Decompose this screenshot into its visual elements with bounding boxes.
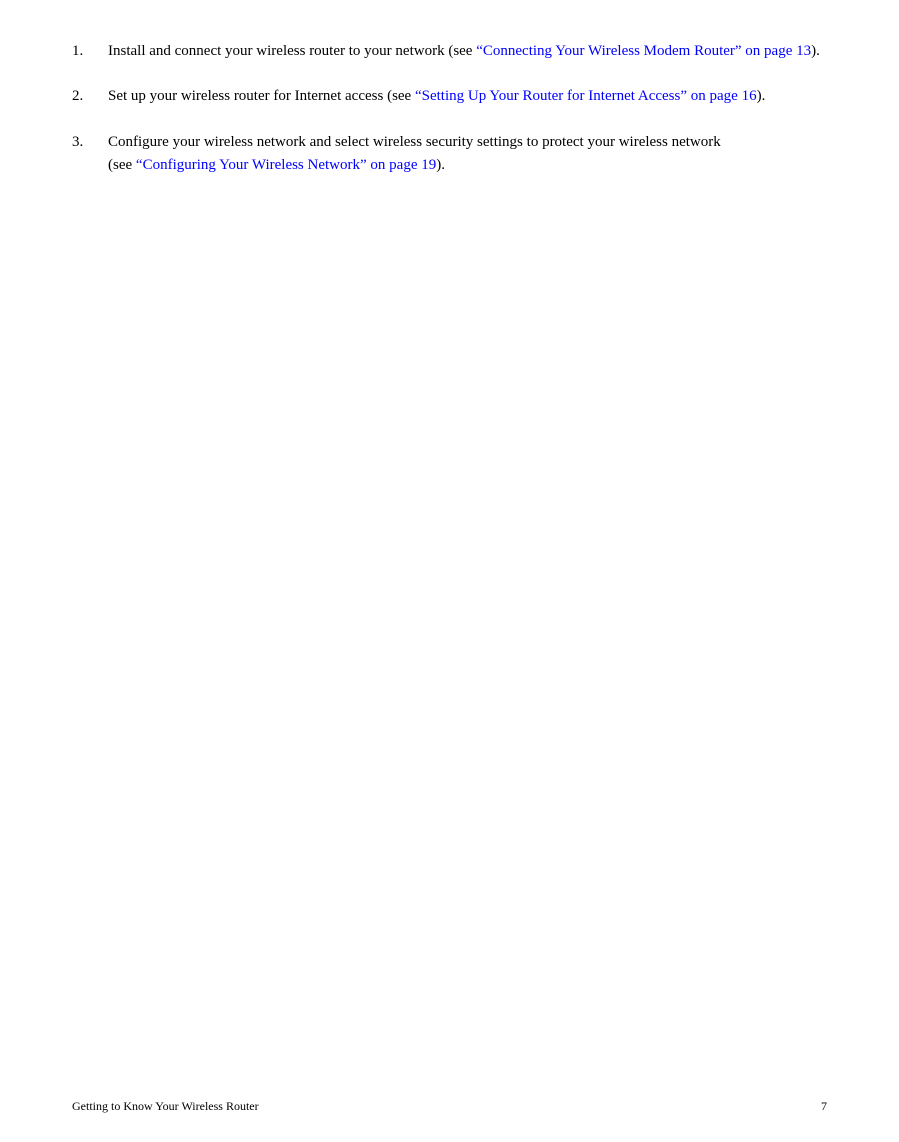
item-text-2: Set up your wireless router for Internet… xyxy=(108,85,827,108)
item-text-after-2: ). xyxy=(757,88,766,104)
item-text-after-1: ). xyxy=(811,43,820,59)
page-content: 1. Install and connect your wireless rou… xyxy=(0,0,899,259)
item-number-1: 1. xyxy=(72,40,108,63)
item-number-3: 3. xyxy=(72,131,108,178)
link-2[interactable]: “Setting Up Your Router for Internet Acc… xyxy=(415,88,757,104)
item-number-2: 2. xyxy=(72,85,108,108)
footer-page-number: 7 xyxy=(821,1099,827,1114)
item-text-1: Install and connect your wireless router… xyxy=(108,40,827,63)
list-item: 3. Configure your wireless network and s… xyxy=(72,131,827,178)
footer-title: Getting to Know Your Wireless Router xyxy=(72,1099,259,1114)
item-text-after-3: ). xyxy=(436,157,445,173)
link-3[interactable]: “Configuring Your Wireless Network” on p… xyxy=(136,157,436,173)
item-text-3: Configure your wireless network and sele… xyxy=(108,131,827,178)
list-item: 2. Set up your wireless router for Inter… xyxy=(72,85,827,108)
list-item: 1. Install and connect your wireless rou… xyxy=(72,40,827,63)
page-footer: Getting to Know Your Wireless Router 7 xyxy=(72,1099,827,1114)
link-1[interactable]: “Connecting Your Wireless Modem Router” … xyxy=(476,43,811,59)
instruction-list: 1. Install and connect your wireless rou… xyxy=(72,40,827,177)
item-text-before-2: Set up your wireless router for Internet… xyxy=(108,88,415,104)
item-text-before-1: Install and connect your wireless router… xyxy=(108,43,476,59)
